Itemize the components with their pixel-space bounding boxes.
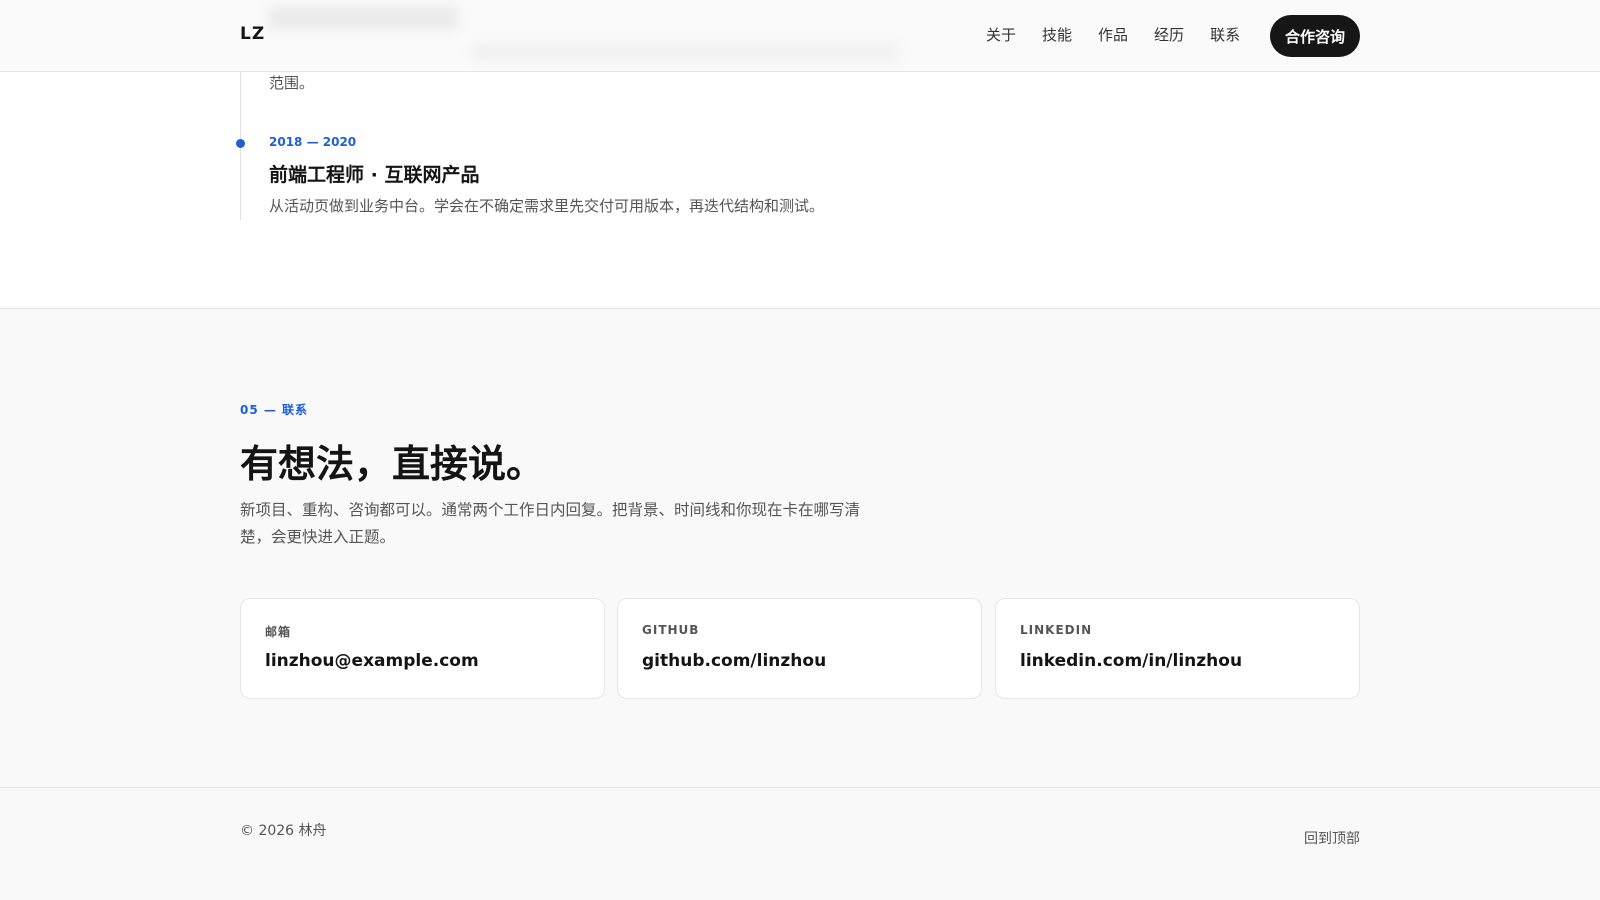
scrolled-content-ghost	[470, 44, 900, 60]
contact-headline: 有想法，直接说。	[240, 442, 545, 486]
consult-button[interactable]: 合作咨询	[1270, 15, 1360, 57]
section-kicker: 05 — 联系	[240, 403, 309, 417]
card-label: GITHUB	[642, 623, 700, 637]
main-nav: 关于 技能 作品 经历 联系	[986, 24, 1266, 45]
copyright: © 2026 林舟	[240, 823, 327, 839]
timeline-previous-desc: 范围。	[269, 74, 315, 92]
nav-item-skills[interactable]: 技能	[1042, 24, 1072, 45]
contact-section: 05 — 联系 有想法，直接说。 新项目、重构、咨询都可以。通常两个工作日内回复…	[0, 308, 1600, 788]
contact-card-github[interactable]: GITHUB github.com/linzhou	[617, 598, 982, 699]
timeline-date: 2018 — 2020	[269, 135, 357, 149]
timeline-desc: 从活动页做到业务中台。学会在不确定需求里先交付可用版本，再迭代结构和测试。	[269, 197, 825, 215]
contact-card-linkedin[interactable]: LINKEDIN linkedin.com/in/linzhou	[995, 598, 1360, 699]
footer: © 2026 林舟 回到顶部	[0, 788, 1600, 900]
site-logo[interactable]: LZ	[240, 24, 265, 44]
card-label: LINKEDIN	[1020, 623, 1093, 637]
timeline-dot	[236, 139, 245, 148]
card-value: linkedin.com/in/linzhou	[1020, 651, 1243, 671]
site-header: LZ 关于 技能 作品 经历 联系 合作咨询	[0, 0, 1600, 72]
contact-lead: 新项目、重构、咨询都可以。通常两个工作日内回复。把背景、时间线和你现在卡在哪写清…	[240, 501, 861, 546]
nav-item-about[interactable]: 关于	[986, 24, 1016, 45]
nav-item-works[interactable]: 作品	[1098, 24, 1128, 45]
nav-item-experience[interactable]: 经历	[1154, 24, 1184, 45]
timeline-title: 前端工程师 · 互联网产品	[269, 164, 480, 186]
back-to-top-link[interactable]: 回到顶部	[1304, 828, 1360, 848]
scrolled-content-ghost	[268, 6, 458, 30]
card-value: linzhou@example.com	[265, 651, 479, 671]
card-label: 邮箱	[265, 625, 292, 639]
contact-card-email[interactable]: 邮箱 linzhou@example.com	[240, 598, 605, 699]
card-value: github.com/linzhou	[642, 651, 827, 671]
nav-item-contact[interactable]: 联系	[1210, 24, 1240, 45]
